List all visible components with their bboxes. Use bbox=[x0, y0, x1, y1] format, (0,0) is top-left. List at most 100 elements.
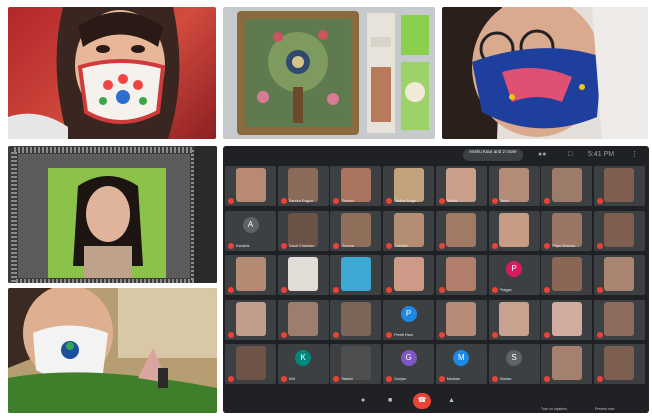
participants-icon[interactable]: ●● bbox=[538, 151, 546, 159]
participant-tile[interactable]: Gauri Chauhan bbox=[277, 210, 329, 251]
muted-mic-icon bbox=[491, 287, 498, 294]
participant-tile[interactable] bbox=[330, 255, 382, 296]
participant-tile[interactable]: Gauri bbox=[488, 166, 540, 206]
participant-tile[interactable] bbox=[541, 344, 593, 385]
muted-mic-icon bbox=[491, 331, 498, 338]
camera-icon[interactable]: ■ bbox=[388, 397, 392, 404]
participant-tile[interactable]: Sandra Rajput bbox=[277, 166, 329, 206]
participant-video bbox=[499, 168, 529, 202]
participant-tile[interactable] bbox=[225, 299, 276, 340]
participant-tile[interactable]: Anshika bbox=[383, 210, 435, 251]
participant-video bbox=[446, 257, 477, 292]
participant-tile[interactable]: G Gunjan bbox=[383, 344, 435, 385]
muted-mic-icon bbox=[544, 376, 551, 383]
peacock-mask-illustration bbox=[8, 288, 217, 413]
participant-tile[interactable] bbox=[593, 255, 645, 296]
participant-tile[interactable] bbox=[435, 210, 487, 251]
participant-tile[interactable] bbox=[593, 299, 645, 340]
participant-tile[interactable] bbox=[225, 255, 276, 296]
participant-name: Rashmi bbox=[341, 199, 355, 203]
muted-mic-icon bbox=[596, 242, 603, 249]
muted-mic-icon bbox=[438, 198, 445, 204]
participant-name bbox=[236, 198, 274, 204]
participant-tile[interactable] bbox=[330, 299, 382, 340]
participant-tile[interactable]: M Muskan bbox=[435, 344, 487, 385]
participant-tile[interactable] bbox=[277, 299, 329, 340]
participant-tile[interactable]: Garima bbox=[330, 210, 382, 251]
participant-video bbox=[288, 212, 319, 247]
participant-tile[interactable]: K Kirti bbox=[277, 344, 329, 385]
participant-name bbox=[289, 287, 327, 293]
participant-video bbox=[340, 212, 371, 247]
muted-mic-icon bbox=[386, 376, 393, 383]
muted-mic-icon bbox=[438, 331, 445, 338]
participant-tile[interactable] bbox=[541, 166, 593, 206]
participant-tile[interactable]: P Pragya bbox=[488, 255, 540, 296]
raise-hand-icon[interactable]: ▲ bbox=[448, 397, 455, 404]
participant-video bbox=[340, 168, 371, 202]
participant-tile[interactable] bbox=[277, 255, 329, 296]
participant-video bbox=[235, 168, 266, 202]
participant-name bbox=[289, 332, 327, 338]
end-call-button[interactable]: ☎ bbox=[413, 393, 431, 409]
clock-time: 5:41 PM bbox=[588, 151, 615, 158]
participant-video bbox=[446, 212, 477, 247]
muted-mic-icon bbox=[386, 198, 393, 204]
participant-tile[interactable] bbox=[435, 299, 487, 340]
participant-tile[interactable] bbox=[225, 344, 276, 385]
participant-video bbox=[604, 257, 635, 292]
participant-tile[interactable]: Priya Sharma bbox=[541, 210, 593, 251]
participant-video bbox=[393, 212, 424, 247]
participant-name: Kirti bbox=[288, 377, 296, 382]
participant-tile[interactable] bbox=[488, 299, 540, 340]
muted-mic-icon bbox=[280, 287, 287, 294]
captions-button[interactable]: Turn on captions bbox=[541, 407, 567, 411]
participant-video bbox=[393, 257, 424, 292]
participant-name bbox=[447, 243, 485, 249]
muted-mic-icon bbox=[438, 242, 445, 249]
participant-tile[interactable] bbox=[541, 255, 593, 296]
chat-icon[interactable]: □ bbox=[568, 151, 572, 159]
muted-mic-icon bbox=[438, 376, 445, 383]
participant-tile[interactable] bbox=[593, 344, 645, 385]
painted-mask-photo bbox=[442, 7, 648, 139]
presenter-pill[interactable]: Anshu Kaur and 2 more bbox=[463, 149, 523, 161]
participant-video bbox=[340, 301, 371, 336]
participant-tile[interactable]: S Simran bbox=[488, 344, 540, 385]
participant-tile[interactable] bbox=[435, 255, 487, 296]
participant-tile[interactable] bbox=[225, 166, 276, 206]
participant-name bbox=[341, 287, 379, 293]
participant-video bbox=[604, 301, 635, 336]
participant-tile[interactable] bbox=[383, 255, 435, 296]
participant-name bbox=[236, 332, 274, 338]
participant-name bbox=[552, 332, 590, 338]
participant-tile[interactable]: Sakshi bbox=[330, 344, 382, 385]
participant-name bbox=[605, 332, 643, 338]
mask-flower-illustration bbox=[8, 7, 180, 139]
participant-video bbox=[288, 257, 319, 292]
participant-tile[interactable]: Rashmi bbox=[330, 166, 382, 206]
muted-mic-icon bbox=[438, 287, 445, 294]
participant-name bbox=[341, 332, 379, 338]
present-now-button[interactable]: Present now bbox=[595, 407, 614, 411]
participant-tile[interactable] bbox=[541, 299, 593, 340]
participant-name: Preeti Rani bbox=[394, 332, 413, 337]
mic-icon[interactable]: ● bbox=[361, 397, 365, 404]
muted-mic-icon bbox=[596, 331, 603, 338]
mask-flower-photo bbox=[8, 7, 216, 139]
participant-tile[interactable] bbox=[593, 210, 645, 251]
participant-tile[interactable]: Srishti bbox=[435, 166, 487, 206]
participant-name: Sandra Rajput bbox=[288, 199, 313, 203]
muted-mic-icon bbox=[228, 331, 234, 338]
participant-tile[interactable]: P Preeti Rani bbox=[383, 299, 435, 340]
muted-mic-icon bbox=[491, 242, 498, 249]
participant-video bbox=[235, 346, 266, 381]
participant-video bbox=[340, 346, 371, 381]
more-icon[interactable]: ⋮ bbox=[631, 151, 638, 159]
participant-tile[interactable]: Radha Singh bbox=[383, 166, 435, 206]
participant-tile[interactable] bbox=[488, 210, 540, 251]
participant-tile[interactable] bbox=[593, 166, 645, 206]
participant-name bbox=[605, 243, 643, 249]
participant-name: Simran bbox=[499, 377, 512, 382]
participant-tile[interactable]: A Kanishk bbox=[225, 210, 276, 251]
